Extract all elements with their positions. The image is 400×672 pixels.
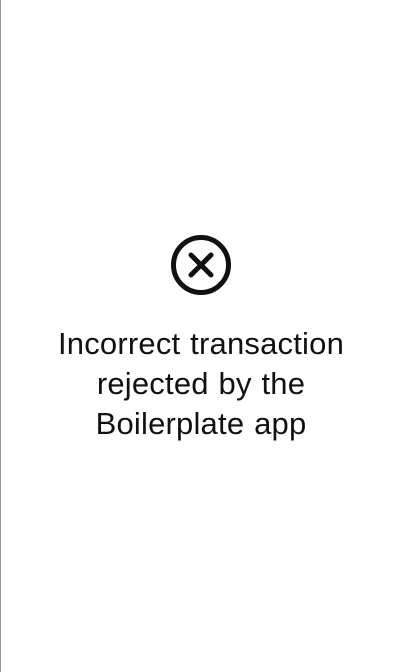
message-line: rejected by the <box>96 366 306 401</box>
rejection-message: Incorrect transaction rejected by the Bo… <box>21 324 381 444</box>
message-line: Boilerplate app <box>95 406 307 441</box>
transaction-status: Incorrect transaction rejected by the Bo… <box>1 234 400 444</box>
message-line: Incorrect transaction <box>57 326 345 361</box>
close-circle-icon <box>170 234 232 296</box>
device-screen: Incorrect transaction rejected by the Bo… <box>0 0 400 672</box>
